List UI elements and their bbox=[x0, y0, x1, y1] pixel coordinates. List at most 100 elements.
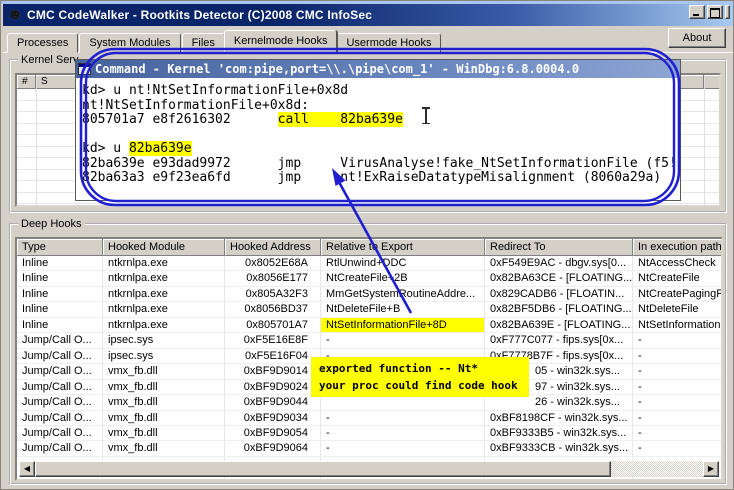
deep-hooks-column-header[interactable]: Hooked Address bbox=[225, 239, 321, 256]
debugger-output-line: 805701a7 e8f2616302 call 82ba639e bbox=[82, 112, 680, 128]
tab-strip: Processes System Modules Files Kernelmode H… bbox=[7, 30, 442, 53]
table-cell-type: Inline bbox=[17, 302, 103, 318]
deep-hooks-column-header[interactable]: Hooked Module bbox=[103, 239, 225, 256]
table-row[interactable]: Jump/Call O... ipsec.sys 0xF5E16E8F -0xF777… bbox=[17, 333, 721, 349]
annotation-note-line2: your proc could find code hook bbox=[319, 379, 518, 392]
minimize-button[interactable] bbox=[689, 5, 705, 19]
deep-hooks-column-header[interactable]: Type bbox=[17, 239, 103, 256]
table-cell-address: 0x8052E68A bbox=[225, 256, 321, 272]
output-text: 82ba63a3 e9f23ea6fd jmp nt!ExRaiseDataty… bbox=[82, 170, 662, 185]
table-cell-redirect: 0x82BF5DB6 - [FLOATING... bbox=[485, 302, 633, 318]
table-cell-type: Jump/Call O... bbox=[17, 395, 103, 411]
deep-hooks-column-header[interactable]: Redirect To bbox=[485, 239, 633, 256]
deep-hooks-label: Deep Hooks bbox=[18, 218, 85, 230]
table-cell-relative: - bbox=[321, 425, 485, 442]
horizontal-scrollbar[interactable]: ◀ ▶ bbox=[19, 461, 719, 477]
windbg-window-icon bbox=[78, 63, 91, 75]
table-cell-address: 0x805A32F3 bbox=[225, 286, 321, 303]
windbg-title-text: Command - Kernel 'com:pipe,port=\\.\pipe… bbox=[95, 62, 580, 76]
scrollbar-track[interactable] bbox=[611, 461, 703, 477]
scroll-right-arrow-icon[interactable]: ▶ bbox=[703, 461, 719, 477]
maximize-button[interactable] bbox=[707, 5, 723, 19]
deep-hooks-column-header[interactable]: In execution path o bbox=[633, 239, 721, 256]
table-row[interactable]: Jump/Call O... vmx_fb.dll 0xBF9D9054-0xBF9… bbox=[17, 425, 721, 442]
table-cell-exec: NtCreatePagingFile bbox=[633, 287, 721, 303]
scroll-left-arrow-icon[interactable]: ◀ bbox=[19, 461, 35, 477]
output-text: nt!NtSetInformationFile+0x8d: bbox=[82, 97, 309, 113]
kernel-services-label: Kernel Serv bbox=[18, 54, 82, 66]
table-row[interactable]: Inline ntkrnlpa.exe 0x805701A7 NtSetInforma… bbox=[17, 317, 721, 334]
table-cell-address: 0xBF9D9064 bbox=[225, 441, 321, 457]
table-row[interactable]: Inline ntkrnlpa.exe 0x8052E68A RtlUnwind+DD… bbox=[17, 256, 721, 272]
table-cell-module: vmx_fb.dll bbox=[103, 425, 225, 442]
table-cell-type: Jump/Call O... bbox=[17, 410, 103, 426]
table-cell-module: ipsec.sys bbox=[103, 348, 225, 365]
table-cell-relative: - bbox=[321, 441, 485, 457]
column-divider bbox=[704, 75, 705, 205]
tab-processes[interactable]: Processes bbox=[7, 33, 79, 53]
debugger-output-line: 82ba639e e93dad9972 jmp VirusAnalyse!fak… bbox=[82, 155, 680, 172]
table-cell-relative: - bbox=[321, 333, 485, 349]
table-cell-type: Inline bbox=[17, 286, 103, 303]
table-cell-redirect: 0x82BA63CE - [FLOATING... bbox=[485, 271, 633, 287]
table-cell-module: ntkrnlpa.exe bbox=[103, 317, 225, 334]
table-row[interactable]: Inline ntkrnlpa.exe 0x805A32F3 MmGetSystemR… bbox=[17, 286, 721, 303]
debugger-output-line: 82ba63a3 e9f23ea6fd jmp nt!ExRaiseDataty… bbox=[82, 170, 680, 186]
scrollbar-thumb[interactable] bbox=[35, 461, 611, 477]
tab-system-modules[interactable]: System Modules bbox=[79, 33, 181, 53]
debugger-output-line bbox=[82, 128, 680, 143]
table-cell-relative: NtCreateFile+2B bbox=[321, 271, 485, 287]
table-cell-relative: NtDeleteFile+B bbox=[321, 302, 485, 318]
table-cell-exec: - bbox=[633, 364, 721, 380]
deep-hooks-column-header[interactable]: Relative to Export bbox=[321, 239, 485, 256]
table-cell-exec: NtDeleteFile bbox=[633, 302, 721, 318]
table-cell-redirect: 0xF549E9AC - dbgv.sys[0... bbox=[485, 256, 633, 272]
table-cell-redirect: 0x82BA639E - [FLOATING... bbox=[485, 317, 633, 334]
table-row[interactable]: Jump/Call O... vmx_fb.dll 0xBF9D9034-0xBF8… bbox=[17, 410, 721, 426]
table-cell-module: ntkrnlpa.exe bbox=[103, 286, 225, 303]
output-text: kd> u bbox=[82, 141, 129, 156]
title-bar[interactable]: ☻ CMC CodeWalker - Rootkits Detector (C)… bbox=[3, 4, 733, 26]
table-cell-exec: - bbox=[633, 411, 721, 426]
table-cell-exec: - bbox=[633, 349, 721, 365]
table-cell-redirect: 0xF777C077 - fips.sys[0x... bbox=[485, 333, 633, 349]
kernel-services-column-header[interactable]: # bbox=[17, 75, 36, 89]
table-cell-redirect: 0xBF8198CF - win32k.sys... bbox=[485, 410, 633, 426]
close-button[interactable] bbox=[725, 5, 730, 19]
tab-files[interactable]: Files bbox=[181, 33, 225, 53]
table-cell-relative: MmGetSystemRoutineAddre... bbox=[321, 286, 485, 303]
table-cell-relative bbox=[321, 395, 485, 411]
table-cell-type: Jump/Call O... bbox=[17, 364, 103, 380]
table-cell-relative: RtlUnwind+DDC bbox=[321, 256, 485, 272]
deep-hooks-header: Type Hooked Module Hooked Address Relative … bbox=[17, 239, 721, 256]
kernel-services-column-header[interactable] bbox=[704, 75, 719, 89]
table-cell-module: ntkrnlpa.exe bbox=[103, 271, 225, 287]
highlighted-text: 82ba639e bbox=[128, 141, 192, 156]
table-cell-type: Jump/Call O... bbox=[17, 379, 103, 396]
table-cell-module: ntkrnlpa.exe bbox=[103, 302, 225, 318]
table-row[interactable]: Jump/Call O... vmx_fb.dll 0xBF9D9064-0xBF9… bbox=[17, 441, 721, 457]
table-cell-relative: - bbox=[321, 410, 485, 426]
output-text: 82ba639e e93dad9972 jmp VirusAnalyse!fak… bbox=[82, 155, 677, 171]
table-cell-exec: - bbox=[633, 380, 721, 396]
window-title: CMC CodeWalker - Rootkits Detector (C)20… bbox=[27, 8, 373, 22]
table-cell-type: Inline bbox=[17, 317, 103, 334]
debugger-output-line: kd> u 82ba639e bbox=[82, 141, 680, 157]
table-row[interactable]: Inline ntkrnlpa.exe 0x8056BD37 NtDeleteFile… bbox=[17, 302, 721, 318]
windbg-output[interactable]: kd> u nt!NtSetInformationFile+0x8d nt!NtS… bbox=[76, 78, 680, 186]
annotation-note-line1: exported function -- Nt* bbox=[319, 362, 478, 375]
table-row[interactable]: Jump/Call O... vmx_fb.dll 0xBF9D9044 26 - w… bbox=[17, 395, 721, 411]
tab-usermode-hooks[interactable]: Usermode Hooks bbox=[336, 33, 442, 53]
about-button[interactable]: About bbox=[668, 28, 726, 48]
table-cell-exec: NtSetInformationFile bbox=[633, 318, 721, 334]
table-cell-redirect: 0xBF9333CB - win32k.sys... bbox=[485, 441, 633, 457]
tab-kernelmode-hooks[interactable]: Kernelmode Hooks bbox=[223, 30, 338, 53]
windbg-command-window[interactable]: Command - Kernel 'com:pipe,port=\\.\pipe… bbox=[75, 59, 681, 201]
table-cell-type: Jump/Call O... bbox=[17, 333, 103, 349]
table-cell-exec: - bbox=[633, 441, 721, 457]
windbg-title-bar[interactable]: Command - Kernel 'com:pipe,port=\\.\pipe… bbox=[76, 60, 680, 78]
table-cell-type: Jump/Call O... bbox=[17, 425, 103, 442]
table-cell-address: 0xBF9D9044 bbox=[225, 395, 321, 411]
table-cell-redirect: 0xBF9333B5 - win32k.sys... bbox=[485, 425, 633, 442]
table-row[interactable]: Inline ntkrnlpa.exe 0x8056E177 NtCreateFile… bbox=[17, 271, 721, 287]
